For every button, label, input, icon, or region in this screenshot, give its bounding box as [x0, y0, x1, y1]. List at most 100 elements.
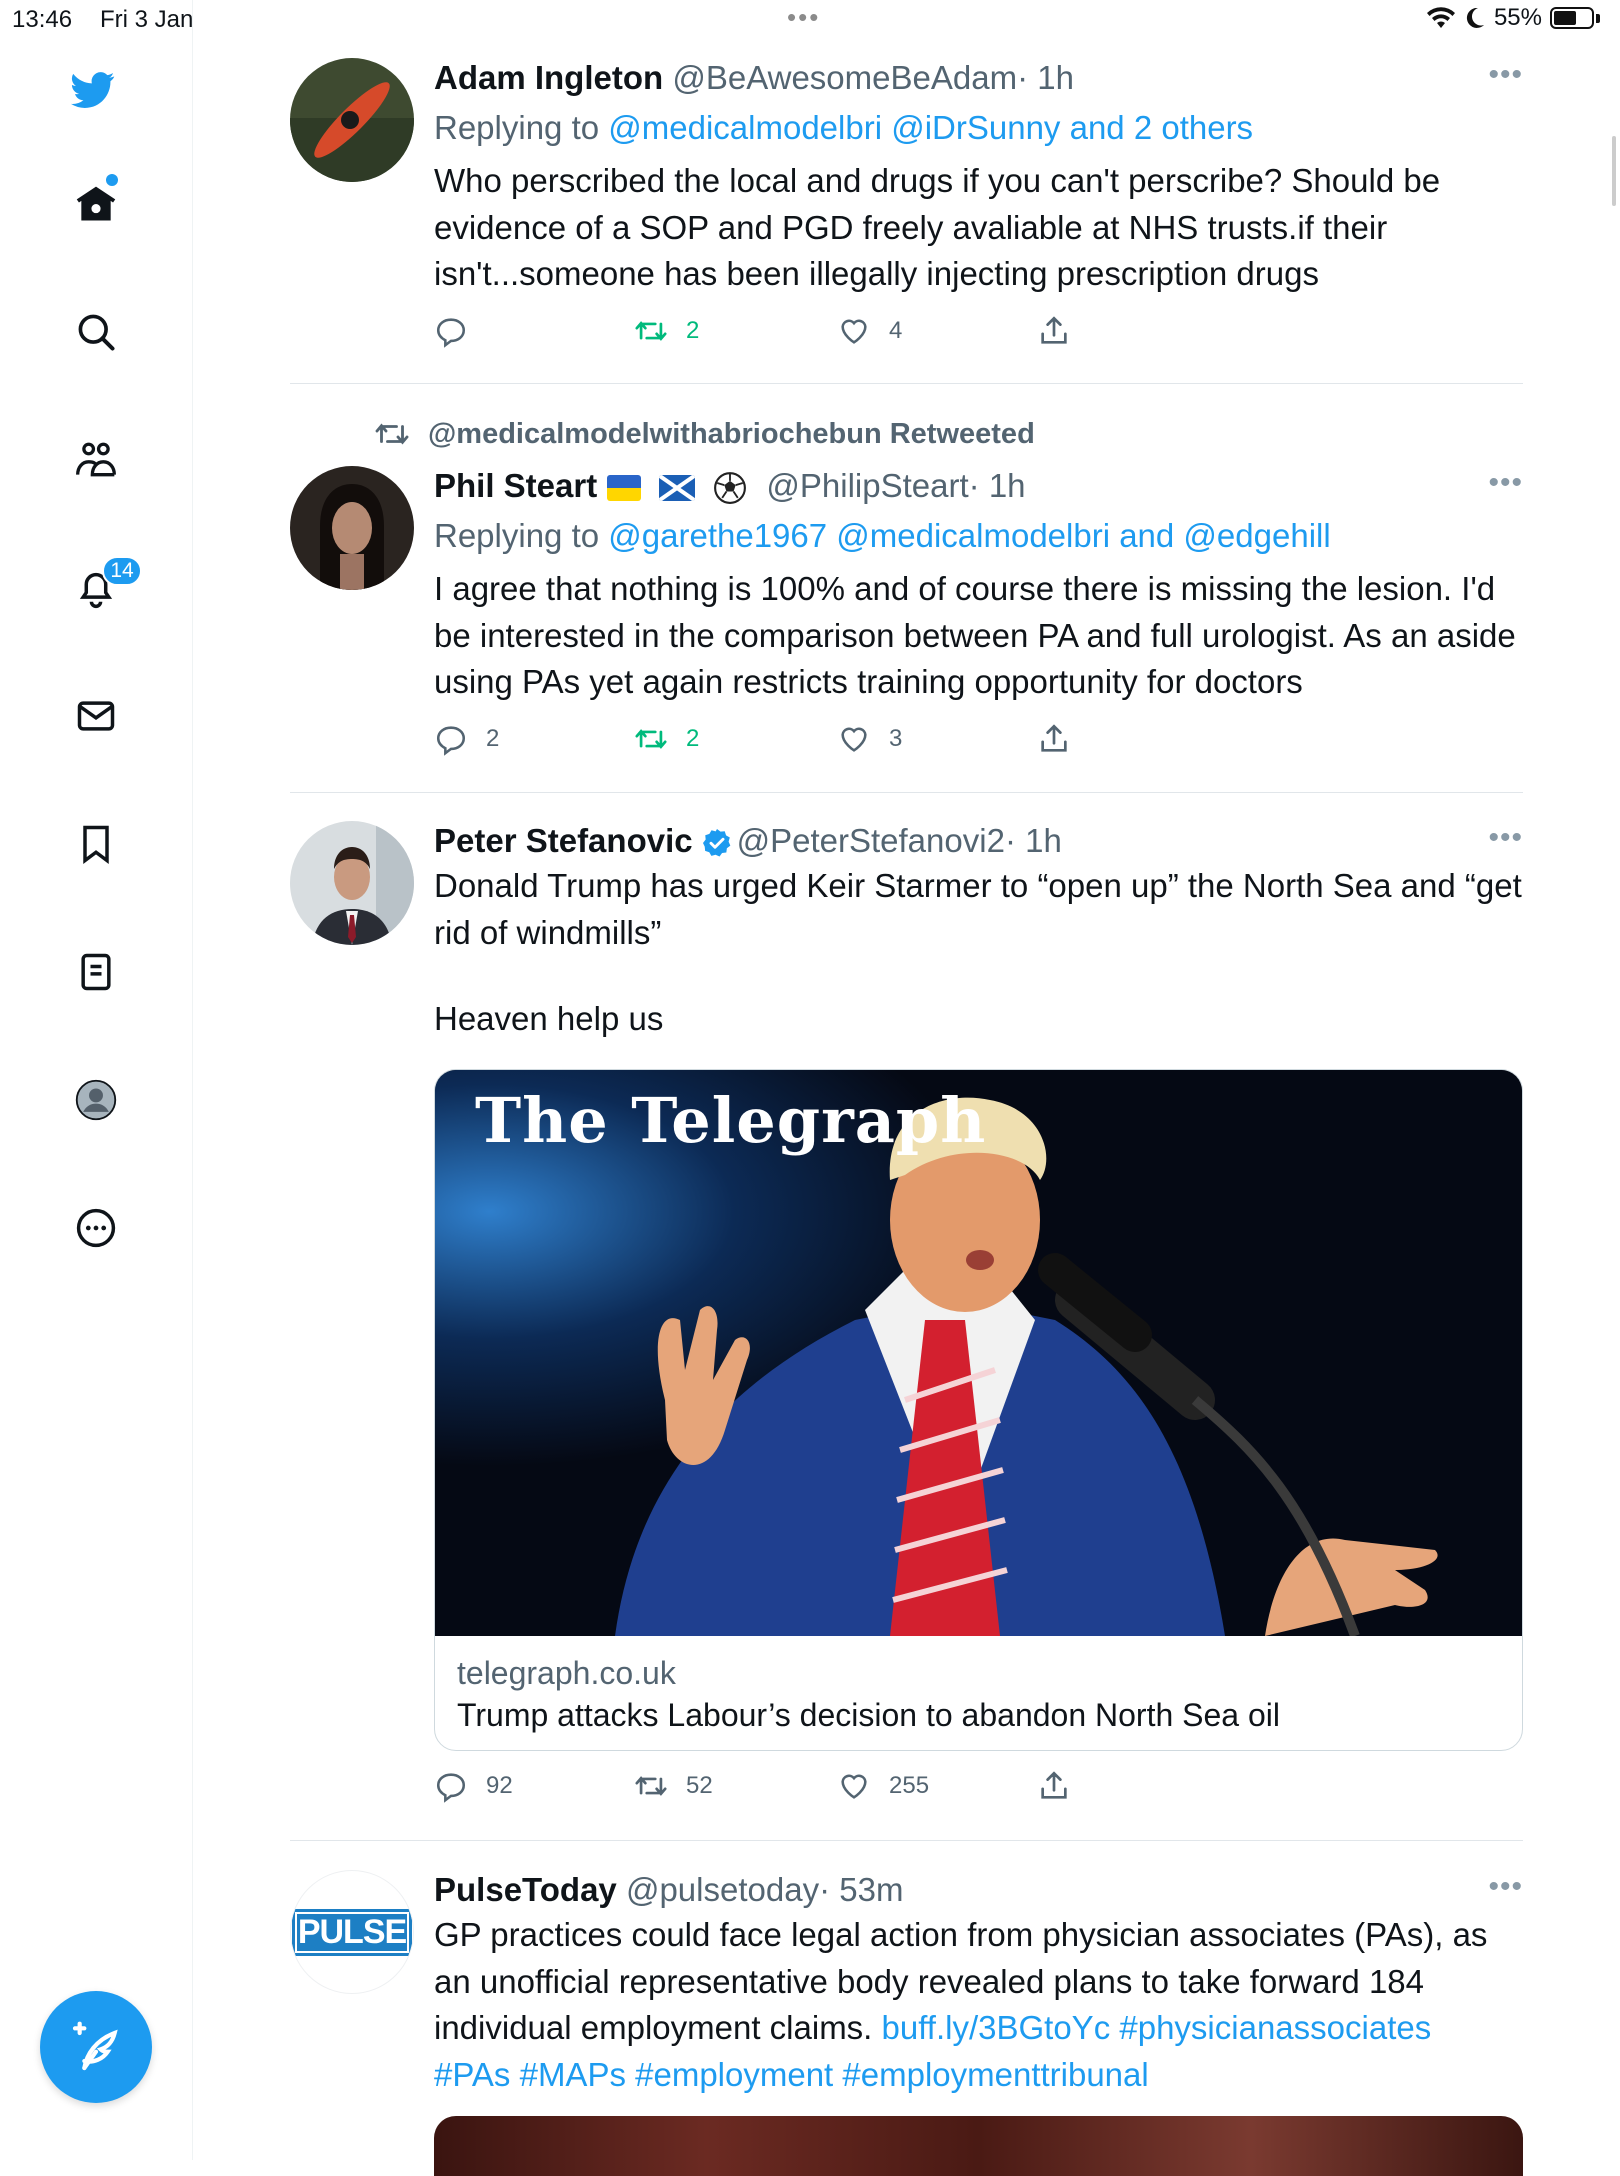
battery-percent: 55%	[1493, 4, 1542, 31]
timestamp[interactable]: · 1h	[1017, 59, 1074, 96]
share-icon	[1041, 724, 1067, 752]
retweet-count: 52	[686, 1772, 713, 1799]
heart-icon	[841, 1774, 867, 1799]
tweet-header: Phil Steart @PhilipSteart· 1h	[434, 466, 1523, 506]
handle[interactable]: @PeterStefanovi2	[737, 822, 1005, 859]
tweet-header: Peter Stefanovic @PeterStefanovi2· 1h	[434, 821, 1523, 861]
tweet-divider	[290, 383, 1523, 384]
retweet-icon	[375, 423, 409, 445]
messages-envelope-icon[interactable]	[69, 689, 123, 743]
like-button[interactable]: 255	[837, 1769, 929, 1803]
twitter-logo-icon[interactable]	[66, 63, 120, 117]
retweet-button[interactable]: 2	[634, 722, 699, 756]
media-preview[interactable]	[434, 2116, 1523, 2176]
retweet-count: 2	[686, 725, 700, 752]
reply-button[interactable]: 2	[434, 722, 499, 756]
tweet-actions: 92 52 255	[434, 1769, 1134, 1809]
replying-prefix: Replying to	[434, 109, 609, 146]
share-button[interactable]	[1037, 722, 1071, 756]
hashtag-physicianassociates[interactable]: #physicianassociates	[1110, 2009, 1431, 2046]
reply-button[interactable]	[434, 314, 486, 348]
timestamp[interactable]: · 1h	[1005, 822, 1062, 859]
display-name[interactable]: Phil Steart	[434, 467, 597, 504]
link-preview-card[interactable]: The Telegraph telegraph.co.uk Trump atta…	[434, 1069, 1523, 1751]
retweet-button[interactable]: 52	[634, 1769, 713, 1803]
tweet-text: I agree that nothing is 100% and of cour…	[434, 570, 1516, 700]
replying-to-link[interactable]: @garethe1967 @medicalmodelbri and @edgeh…	[608, 517, 1330, 554]
avatar[interactable]: PULSE	[290, 1870, 414, 1994]
more-options-icon[interactable]: •••	[1488, 1870, 1523, 1904]
tweet-header: Adam Ingleton @BeAwesomeBeAdam· 1h	[434, 58, 1523, 98]
like-button[interactable]: 4	[837, 314, 902, 348]
retweeted-by-label: @medicalmodelwithabriochebun Retweeted	[374, 416, 1035, 452]
more-options-icon[interactable]	[69, 1201, 123, 1255]
reply-count: 2	[486, 725, 500, 752]
like-count: 3	[889, 725, 903, 752]
handle[interactable]: @pulsetoday	[626, 1871, 819, 1908]
profile-avatar-icon[interactable]	[69, 1073, 123, 1127]
more-options-icon[interactable]: •••	[1488, 821, 1523, 855]
replying-prefix: Replying to	[434, 517, 609, 554]
tweet-content: Phil Steart @PhilipSteart· 1h Replying t…	[434, 466, 1523, 706]
reply-button[interactable]: 92	[434, 1769, 513, 1803]
compose-tweet-button[interactable]	[40, 1991, 152, 2103]
tweet-actions: 2 2 3	[434, 722, 1134, 762]
tweet-actions: 2 4	[434, 314, 1134, 354]
reply-icon	[436, 318, 466, 348]
multitasking-dots-icon[interactable]: •••	[787, 2, 820, 33]
card-title: Trump attacks Labour’s decision to aband…	[457, 1697, 1280, 1733]
avatar[interactable]	[290, 58, 414, 182]
tweet-header: PulseToday @pulsetoday· 53m	[434, 1870, 1523, 1910]
battery-icon	[1550, 7, 1594, 29]
retweet-button[interactable]: 2	[634, 314, 699, 348]
tweet-content: Peter Stefanovic @PeterStefanovi2· 1h Don…	[434, 821, 1523, 1043]
tweet[interactable]: Peter Stefanovic @PeterStefanovi2· 1h Don…	[290, 821, 1523, 1803]
tweet-content: PulseToday @pulsetoday· 53m GP practices…	[434, 1870, 1523, 2098]
share-button[interactable]	[1037, 314, 1071, 348]
display-name[interactable]: Peter Stefanovic	[434, 822, 693, 859]
retweet-icon	[635, 729, 667, 749]
display-name[interactable]: Adam Ingleton	[434, 59, 663, 96]
tweet-divider	[290, 792, 1523, 793]
timestamp[interactable]: · 53m	[819, 1871, 903, 1908]
display-name[interactable]: PulseToday	[434, 1871, 617, 1908]
replying-to-link[interactable]: @medicalmodelbri @iDrSunny and 2 others	[608, 109, 1253, 146]
ukraine-flag-icon	[607, 475, 642, 502]
bookmark-icon[interactable]	[69, 817, 123, 871]
share-button[interactable]	[1037, 1769, 1071, 1803]
hashtags[interactable]: #PAs #MAPs #employment #employmenttribun…	[434, 2056, 1149, 2093]
tweet-text-second-paragraph: Heaven help us	[434, 1000, 664, 1037]
verified-badge-icon	[702, 829, 730, 857]
tweet-divider	[290, 1840, 1523, 1841]
handle[interactable]: @BeAwesomeBeAdam	[672, 59, 1017, 96]
reply-count: 92	[486, 1772, 513, 1799]
avatar[interactable]	[290, 466, 414, 590]
tweet-link[interactable]: buff.ly/3BGtoYc	[882, 2009, 1111, 2046]
more-options-icon[interactable]: •••	[1488, 58, 1523, 92]
tweet[interactable]: Adam Ingleton @BeAwesomeBeAdam· 1h Reply…	[290, 58, 1523, 358]
more-options-icon[interactable]: •••	[1488, 466, 1523, 500]
avatar[interactable]	[290, 821, 414, 945]
timestamp[interactable]: · 1h	[969, 467, 1026, 504]
retweeted-by-text[interactable]: @medicalmodelwithabriochebun Retweeted	[428, 418, 1035, 451]
search-icon[interactable]	[69, 305, 123, 359]
like-button[interactable]: 3	[837, 722, 902, 756]
lists-icon[interactable]	[69, 945, 123, 999]
notifications-badge: 14	[102, 556, 142, 586]
communities-icon[interactable]	[69, 433, 123, 487]
replying-to: Replying to @garethe1967 @medicalmodelbr…	[434, 516, 1523, 556]
scroll-indicator[interactable]	[1612, 136, 1616, 206]
handle[interactable]: @PhilipSteart	[766, 467, 968, 504]
tweet-content: Adam Ingleton @BeAwesomeBeAdam· 1h Reply…	[434, 58, 1523, 298]
scotland-flag-icon	[659, 475, 696, 502]
football-icon	[714, 472, 747, 505]
tweet[interactable]: PULSE PulseToday @pulsetoday· 53m GP pra…	[290, 1870, 1523, 2176]
share-icon	[1041, 1771, 1067, 1799]
tweet[interactable]: Phil Steart @PhilipSteart· 1h Replying t…	[290, 466, 1523, 766]
card-image[interactable]: The Telegraph	[435, 1070, 1522, 1636]
card-image-brand: The Telegraph	[475, 1084, 987, 1157]
avatar-pulse-logo: PULSE	[291, 1908, 413, 1956]
replying-to: Replying to @medicalmodelbri @iDrSunny a…	[434, 108, 1523, 148]
compose-feather-icon	[72, 2021, 118, 2071]
heart-icon	[841, 727, 867, 752]
